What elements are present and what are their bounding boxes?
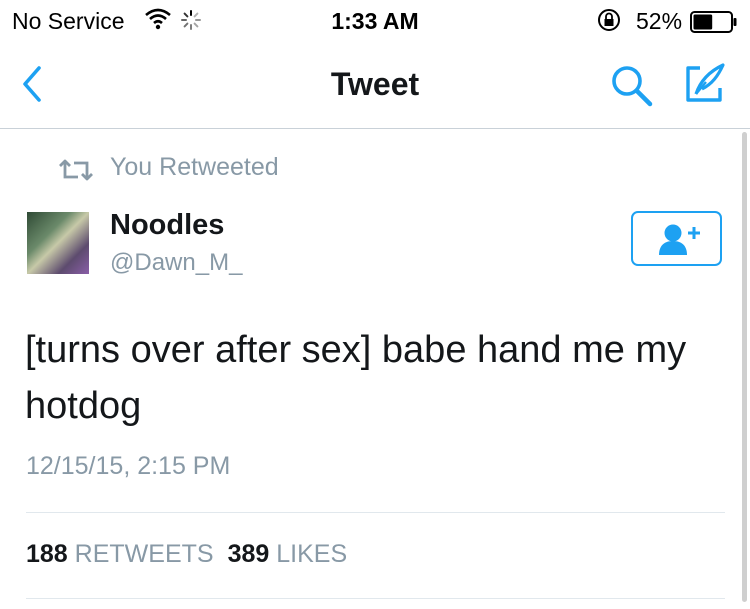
search-icon[interactable] bbox=[610, 64, 654, 113]
likes-stat[interactable]: 389 LIKES bbox=[228, 540, 348, 568]
battery-percent: 52% bbox=[636, 8, 683, 34]
retweet-label: RETWEETS bbox=[74, 540, 214, 568]
like-label: LIKES bbox=[276, 540, 348, 568]
retweet-count: 188 bbox=[26, 540, 68, 568]
scrollbar[interactable] bbox=[742, 132, 747, 602]
compose-icon[interactable] bbox=[682, 62, 726, 111]
tweet-timestamp: 12/15/15, 2:15 PM bbox=[26, 452, 231, 480]
retweets-stat[interactable]: 188 RETWEETS bbox=[26, 540, 214, 568]
status-bar: No Service 1:33 AM 52% bbox=[0, 0, 750, 40]
like-count: 389 bbox=[227, 540, 270, 568]
retweet-icon bbox=[56, 158, 96, 187]
author-name[interactable]: Noodles bbox=[110, 209, 224, 242]
navigation-bar: Tweet bbox=[0, 40, 750, 129]
orientation-lock-icon bbox=[596, 8, 622, 38]
add-user-icon bbox=[657, 223, 701, 262]
avatar[interactable] bbox=[27, 212, 89, 274]
tweet-detail-screen: No Service 1:33 AM 52% Tweet You Retweet… bbox=[0, 0, 750, 609]
follow-button[interactable] bbox=[631, 211, 722, 266]
divider bbox=[26, 512, 725, 513]
battery-icon bbox=[690, 11, 738, 39]
tweet-text: [turns over after sex] babe hand me my h… bbox=[25, 329, 687, 427]
tweet-stats: 188 RETWEETS 389 LIKES bbox=[26, 540, 347, 569]
retweet-context-label: You Retweeted bbox=[110, 153, 279, 181]
author-handle[interactable]: @Dawn_M_ bbox=[110, 249, 242, 277]
divider bbox=[26, 598, 725, 599]
